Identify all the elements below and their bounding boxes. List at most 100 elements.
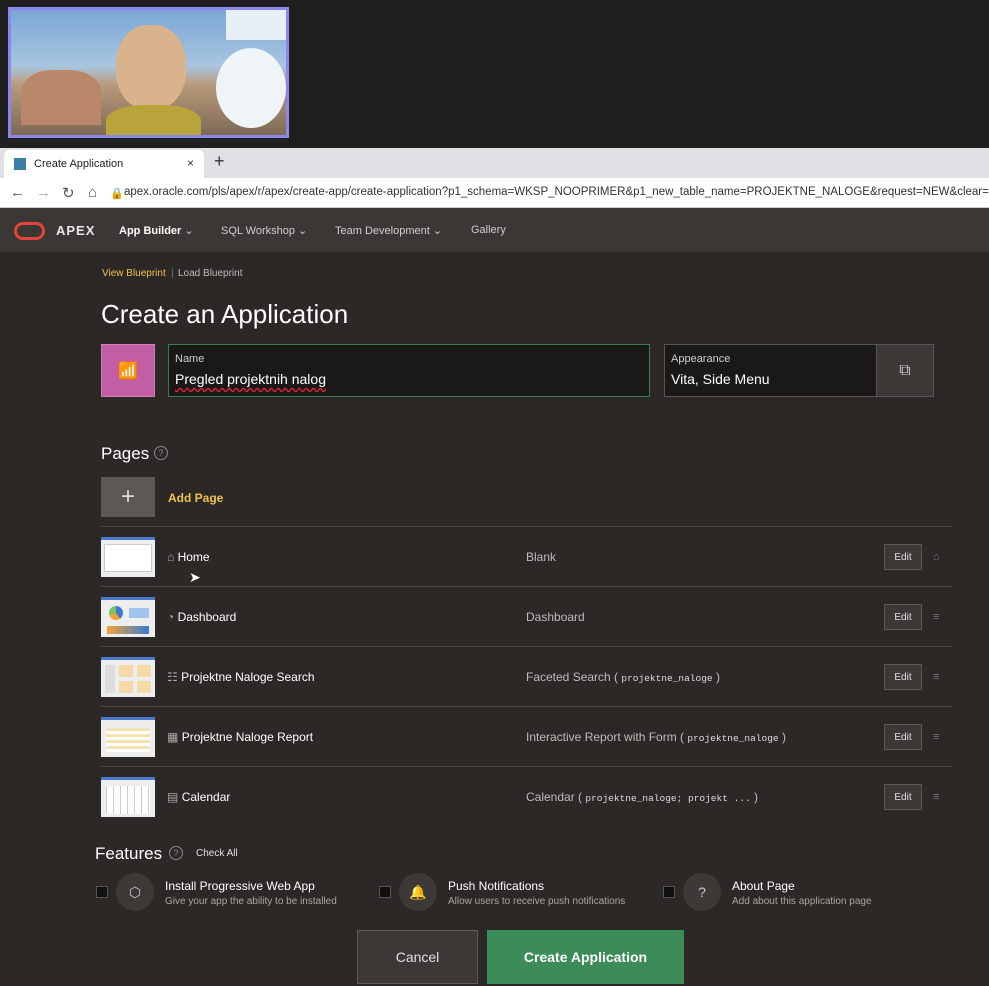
name-input[interactable]: Pregled projektnih nalog [175, 371, 326, 387]
drag-handle-icon[interactable]: ≡ [933, 611, 939, 623]
page-name-text: Home [177, 550, 210, 564]
plus-icon: + [120, 483, 135, 510]
page-type: Interactive Report with Form ( projektne… [526, 730, 786, 744]
page-type-text: Faceted Search ( [526, 670, 619, 684]
edit-button[interactable]: Edit [884, 784, 922, 810]
appearance-value: Vita, Side Menu [671, 371, 770, 387]
appearance-field[interactable]: Appearance Vita, Side Menu [664, 344, 877, 397]
edit-button[interactable]: Edit [884, 724, 922, 750]
reload-icon[interactable]: ↻ [62, 184, 75, 202]
bell-icon: 🔔 [399, 873, 437, 911]
building-picture [216, 48, 286, 128]
menu-label: Team Development [335, 225, 430, 237]
lock-icon: 🔒 [110, 188, 124, 200]
feature-title: About Page [732, 879, 795, 893]
edit-button[interactable]: Edit [884, 604, 922, 630]
browser-address-bar: ← → ↻ ⌂ 🔒 apex.oracle.com/pls/apex/r/ape… [0, 178, 989, 208]
open-popup-icon: ⧉ [899, 361, 911, 379]
edit-button[interactable]: Edit [884, 664, 922, 690]
page-type: Faceted Search ( projektne_naloge ) [526, 670, 720, 684]
town-illustration [21, 70, 101, 125]
page-name-text: Calendar [181, 790, 231, 804]
question-icon: ? [683, 873, 721, 911]
apex-favicon-icon [14, 158, 26, 170]
page-type-text: Calendar ( [526, 790, 583, 804]
drag-handle-icon[interactable]: ≡ [933, 671, 939, 683]
home-icon: ⌂ [167, 550, 175, 564]
faceted-search-icon: ☷ [167, 670, 178, 684]
feature-checkbox[interactable] [379, 886, 391, 898]
feature-description: Allow users to receive push notification… [448, 896, 626, 907]
tab-title: Create Application [34, 158, 124, 170]
page-type: Calendar ( projektne_naloge; projekt ...… [526, 790, 759, 804]
edit-button[interactable]: Edit [884, 544, 922, 570]
video-call-thumbnail [8, 7, 289, 138]
appearance-label: Appearance [671, 353, 731, 365]
new-tab-button[interactable]: + [214, 151, 225, 172]
add-page-button[interactable]: + [101, 477, 155, 517]
page-table-name: projektne_naloge; projekt ... [585, 793, 751, 804]
calendar-icon: ▤ [167, 790, 179, 804]
page-row: ◔ Dashboard Dashboard Edit ≡ [101, 586, 952, 646]
slide-corner [226, 10, 286, 40]
add-page-label[interactable]: Add Page [168, 491, 223, 505]
name-field[interactable]: Name Pregled projektnih nalog [168, 344, 650, 397]
menu-sql-workshop[interactable]: SQL Workshop ⌄ [221, 224, 307, 237]
home-icon[interactable]: ⌂ [88, 184, 97, 201]
apex-logo-text[interactable]: APEX [56, 223, 95, 238]
appearance-edit-button[interactable]: ⧉ [876, 344, 934, 397]
drag-handle-icon[interactable]: ≡ [933, 791, 939, 803]
chevron-down-icon: ⌄ [184, 225, 194, 237]
mouse-cursor-icon: ➤ [189, 569, 201, 585]
feature-description: Give your app the ability to be installe… [165, 896, 337, 907]
home-page-icon: ⌂ [933, 551, 940, 563]
feature-description: Add about this application page [732, 896, 872, 907]
page-name: ☷ Projektne Naloge Search [167, 670, 315, 684]
page-title: Create an Application [101, 299, 349, 329]
menu-label: Gallery [471, 224, 506, 236]
features-heading: Features [95, 844, 163, 863]
page-thumbnail [101, 657, 155, 697]
load-blueprint-link[interactable]: Load Blueprint [178, 268, 243, 279]
page-row: ☷ Projektne Naloge Search Faceted Search… [101, 646, 952, 706]
menu-label: App Builder [119, 225, 182, 237]
page-name: ▤ Calendar [167, 790, 230, 804]
forward-icon[interactable]: → [36, 184, 51, 201]
menu-team-development[interactable]: Team Development ⌄ [335, 224, 442, 237]
close-tab-icon[interactable]: × [187, 156, 194, 170]
cancel-button[interactable]: Cancel [357, 930, 478, 984]
browser-tab-strip: Create Application × [0, 148, 989, 178]
page-type-text: Dashboard [526, 610, 585, 624]
page-name-text: Projektne Naloge Report [181, 730, 314, 744]
back-icon[interactable]: ← [10, 184, 25, 201]
help-icon[interactable]: ? [154, 446, 168, 460]
page-name-text: Dashboard [177, 610, 237, 624]
menu-app-builder[interactable]: App Builder ⌄ [119, 224, 194, 237]
page-type: Dashboard [526, 610, 585, 624]
view-blueprint-link[interactable]: View Blueprint [102, 268, 166, 279]
oracle-logo-icon[interactable] [14, 222, 45, 240]
pages-heading: Pages [101, 444, 150, 463]
feature-checkbox[interactable] [663, 886, 675, 898]
page-thumbnail [101, 597, 155, 637]
page-type-text: Interactive Report with Form ( [526, 730, 685, 744]
name-label: Name [175, 353, 205, 365]
page-name: ◔ Dashboard [167, 610, 236, 624]
chevron-down-icon: ⌄ [298, 225, 308, 237]
check-all-link[interactable]: Check All [196, 848, 238, 859]
browser-tab[interactable]: Create Application × [4, 150, 204, 178]
page-row: ▤ Calendar Calendar ( projektne_naloge; … [101, 766, 952, 826]
page-row: ▦ Projektne Naloge Report Interactive Re… [101, 706, 952, 766]
page-name: ⌂ Home [167, 550, 210, 564]
page-row: ⌂ Home Blank Edit ⌂ [101, 526, 952, 586]
create-application-button[interactable]: Create Application [487, 930, 684, 984]
person-silhouette [116, 25, 186, 110]
help-icon[interactable]: ? [169, 846, 183, 860]
dashboard-icon: ◔ [167, 610, 175, 624]
menu-gallery[interactable]: Gallery [471, 224, 506, 236]
drag-handle-icon[interactable]: ≡ [933, 731, 939, 743]
breadcrumb-separator: | [171, 268, 174, 279]
url-text[interactable]: apex.oracle.com/pls/apex/r/apex/create-a… [124, 186, 989, 198]
feature-checkbox[interactable] [96, 886, 108, 898]
app-icon-picker[interactable]: 📶 [101, 344, 155, 397]
